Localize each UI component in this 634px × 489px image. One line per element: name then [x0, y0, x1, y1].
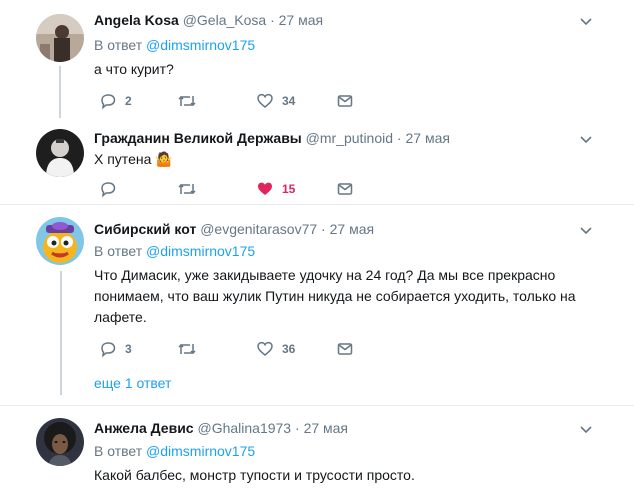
cartoon-avatar-icon — [36, 217, 84, 265]
message-button[interactable] — [336, 339, 354, 359]
author-handle[interactable]: @Ghalina1973 — [197, 420, 291, 436]
retweet-icon — [178, 343, 196, 355]
like-button[interactable]: 36 — [256, 339, 295, 359]
author-name[interactable]: Анжела Девис — [94, 420, 194, 436]
author-name[interactable]: Гражданин Великой Державы — [94, 130, 302, 146]
retweet-button[interactable] — [177, 179, 197, 199]
author-handle[interactable]: @mr_putinoid — [306, 130, 393, 146]
heart-icon — [257, 93, 273, 108]
thread-line — [60, 271, 62, 395]
chevron-down-icon[interactable] — [578, 223, 594, 239]
separator-dot: · — [295, 420, 300, 436]
reply-button[interactable]: 2 — [99, 91, 132, 111]
like-count: 15 — [282, 182, 296, 196]
reply-button[interactable]: 3 — [99, 339, 132, 359]
retweet-button[interactable] — [177, 339, 197, 359]
avatar[interactable] — [36, 129, 84, 177]
chevron-down-icon[interactable] — [578, 14, 594, 30]
retweet-button[interactable] — [177, 91, 197, 111]
like-count: 36 — [282, 342, 296, 356]
author-handle[interactable]: @Gela_Kosa — [183, 12, 266, 28]
timestamp[interactable]: 27 мая — [279, 12, 323, 28]
person-photo-icon — [36, 14, 84, 62]
heart-filled-icon — [258, 182, 272, 195]
show-more-replies-link[interactable]: еще 1 ответ — [94, 375, 171, 391]
reply-icon — [101, 182, 116, 198]
chevron-down-icon[interactable] — [578, 422, 594, 438]
separator-dot: · — [396, 130, 402, 146]
tweet-text-line: понимаем, что ваш жулик Путин никуда не … — [94, 288, 576, 304]
tweet-3[interactable]: Сибирский кот @evgenitarasov77 · 27 мая … — [0, 205, 634, 405]
envelope-icon — [337, 183, 353, 195]
message-button[interactable] — [336, 179, 354, 199]
avatar[interactable] — [36, 217, 84, 265]
tweet-1[interactable]: Angela Kosa @Gela_Kosa · 27 мая В ответ … — [0, 0, 634, 120]
tweet-4[interactable]: Анжела Девис @Ghalina1973 · 27 мая В отв… — [0, 406, 634, 489]
reply-mention-link[interactable]: @dimsmirnov175 — [146, 243, 255, 259]
like-count: 34 — [282, 94, 296, 108]
reply-mention-link[interactable]: @dimsmirnov175 — [146, 37, 255, 53]
reply-icon — [101, 342, 116, 358]
tweet-text: Х путена 🤷 — [94, 151, 173, 167]
tweet-2[interactable]: Гражданин Великой Державы @mr_putinoid ·… — [0, 120, 634, 204]
person-photo-icon — [36, 418, 84, 466]
tweet-text: Какой балбес, монстр тупости и трусости … — [94, 467, 415, 483]
separator-dot: · — [321, 221, 326, 237]
reply-prefix: В ответ — [94, 243, 143, 259]
retweet-icon — [178, 183, 196, 195]
tweet-text-line: лафете. — [94, 309, 147, 325]
heart-icon — [257, 341, 273, 356]
reply-count: 2 — [125, 94, 132, 108]
reply-count: 3 — [125, 342, 132, 356]
reply-icon — [101, 94, 116, 110]
tweet-text: Что Димасик, уже закидываете удочку на 2… — [94, 265, 594, 328]
envelope-icon — [337, 95, 353, 107]
reply-mention-link[interactable]: @dimsmirnov175 — [146, 443, 255, 459]
author-handle[interactable]: @evgenitarasov77 — [200, 221, 317, 237]
avatar[interactable] — [36, 14, 84, 62]
avatar[interactable] — [36, 418, 84, 466]
envelope-icon — [337, 343, 353, 355]
timestamp[interactable]: 27 мая — [330, 221, 374, 237]
tweet-text: а что курит? — [94, 61, 174, 77]
reply-button[interactable] — [99, 179, 117, 199]
message-button[interactable] — [336, 91, 354, 111]
chevron-down-icon[interactable] — [578, 132, 594, 148]
author-name[interactable]: Сибирский кот — [94, 221, 196, 237]
reply-prefix: В ответ — [94, 443, 143, 459]
tweet-text-line: Что Димасик, уже закидываете удочку на 2… — [94, 267, 556, 283]
thread-line — [59, 66, 61, 118]
reply-prefix: В ответ — [94, 37, 143, 53]
separator-dot: · — [270, 12, 275, 28]
like-button[interactable]: 15 — [256, 179, 295, 199]
retweet-icon — [178, 95, 196, 107]
like-button[interactable]: 34 — [256, 91, 295, 111]
timestamp[interactable]: 27 мая — [405, 130, 449, 146]
person-photo-icon — [36, 129, 84, 177]
timestamp[interactable]: 27 мая — [304, 420, 348, 436]
author-name[interactable]: Angela Kosa — [94, 12, 179, 28]
